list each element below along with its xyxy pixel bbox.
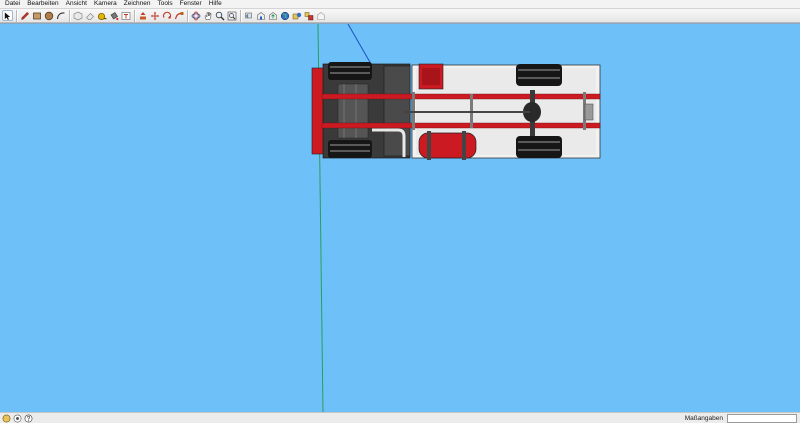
eraser-icon[interactable] <box>84 10 95 21</box>
arc-icon[interactable] <box>55 10 66 21</box>
share-model-icon[interactable] <box>267 10 278 21</box>
truck-model[interactable] <box>311 62 601 160</box>
chassis-rail-lower <box>321 122 601 129</box>
rectangle-icon[interactable] <box>31 10 42 21</box>
menu-tools[interactable]: Tools <box>154 0 176 8</box>
previous-view-icon[interactable] <box>243 10 254 21</box>
pan-icon[interactable] <box>202 10 213 21</box>
circle-icon[interactable] <box>43 10 54 21</box>
rear-wheel-left <box>516 64 562 86</box>
drawing-viewport[interactable] <box>0 23 800 412</box>
get-models-icon[interactable] <box>291 10 302 21</box>
cab-bumper <box>311 67 325 155</box>
menu-zeichnen[interactable]: Zeichnen <box>121 0 155 8</box>
engine-block <box>337 83 369 139</box>
follow-me-icon[interactable] <box>173 10 184 21</box>
front-wheel-right <box>328 140 372 158</box>
tire-tread <box>518 69 560 71</box>
paint-bucket-icon[interactable] <box>108 10 119 21</box>
tank-strap <box>462 131 466 160</box>
menu-ansicht[interactable]: Ansicht <box>63 0 91 8</box>
text-icon[interactable] <box>120 10 131 21</box>
toolbar-separator <box>187 9 188 22</box>
tire-tread <box>330 66 370 68</box>
tire-tread <box>330 144 370 146</box>
credits-icon[interactable] <box>13 414 22 423</box>
tank-strap <box>427 131 431 160</box>
status-bar: Maßangaben <box>0 412 800 423</box>
rear-hitch <box>584 103 594 121</box>
model-canvas[interactable] <box>0 24 800 412</box>
tape-measure-icon[interactable] <box>96 10 107 21</box>
zoom-extents-icon[interactable] <box>226 10 237 21</box>
toolbar-separator <box>16 9 17 22</box>
rotate-icon[interactable] <box>161 10 172 21</box>
toolbar-separator <box>134 9 135 22</box>
google-earth-icon[interactable] <box>279 10 290 21</box>
make-component-icon[interactable] <box>72 10 83 21</box>
main-toolbar <box>0 8 800 23</box>
front-wheel-left <box>328 62 372 80</box>
toolbar-separator <box>69 9 70 22</box>
3d-warehouse-icon[interactable] <box>255 10 266 21</box>
rear-wheel-right <box>516 136 562 158</box>
menu-fenster[interactable]: Fenster <box>177 0 206 8</box>
tire-tread <box>518 149 560 151</box>
tool-box-lid <box>422 68 440 85</box>
move-icon[interactable] <box>149 10 160 21</box>
push-pull-icon[interactable] <box>137 10 148 21</box>
menu-bar: Datei Bearbeiten Ansicht Kamera Zeichnen… <box>0 0 800 8</box>
pencil-icon[interactable] <box>19 10 30 21</box>
help-icon[interactable] <box>24 414 33 423</box>
menu-bearbeiten[interactable]: Bearbeiten <box>24 0 62 8</box>
zoom-icon[interactable] <box>214 10 225 21</box>
menu-hilfe[interactable]: Hilfe <box>206 0 226 8</box>
tire-tread <box>330 72 370 74</box>
blue-axis <box>347 24 372 65</box>
measurements-input[interactable] <box>727 413 797 423</box>
chassis-rail-upper <box>321 93 601 100</box>
select-arrow-icon[interactable] <box>2 10 13 21</box>
tire-tread <box>518 77 560 79</box>
menu-datei[interactable]: Datei <box>2 0 24 8</box>
orbit-icon[interactable] <box>190 10 201 21</box>
toolbar-separator <box>240 9 241 22</box>
measurements-label: Maßangaben <box>684 414 723 422</box>
menu-kamera[interactable]: Kamera <box>91 0 121 8</box>
geo-location-icon[interactable] <box>2 414 11 423</box>
tire-tread <box>518 141 560 143</box>
extension-warehouse-icon[interactable] <box>315 10 326 21</box>
tire-tread <box>330 150 370 152</box>
components-icon[interactable] <box>303 10 314 21</box>
